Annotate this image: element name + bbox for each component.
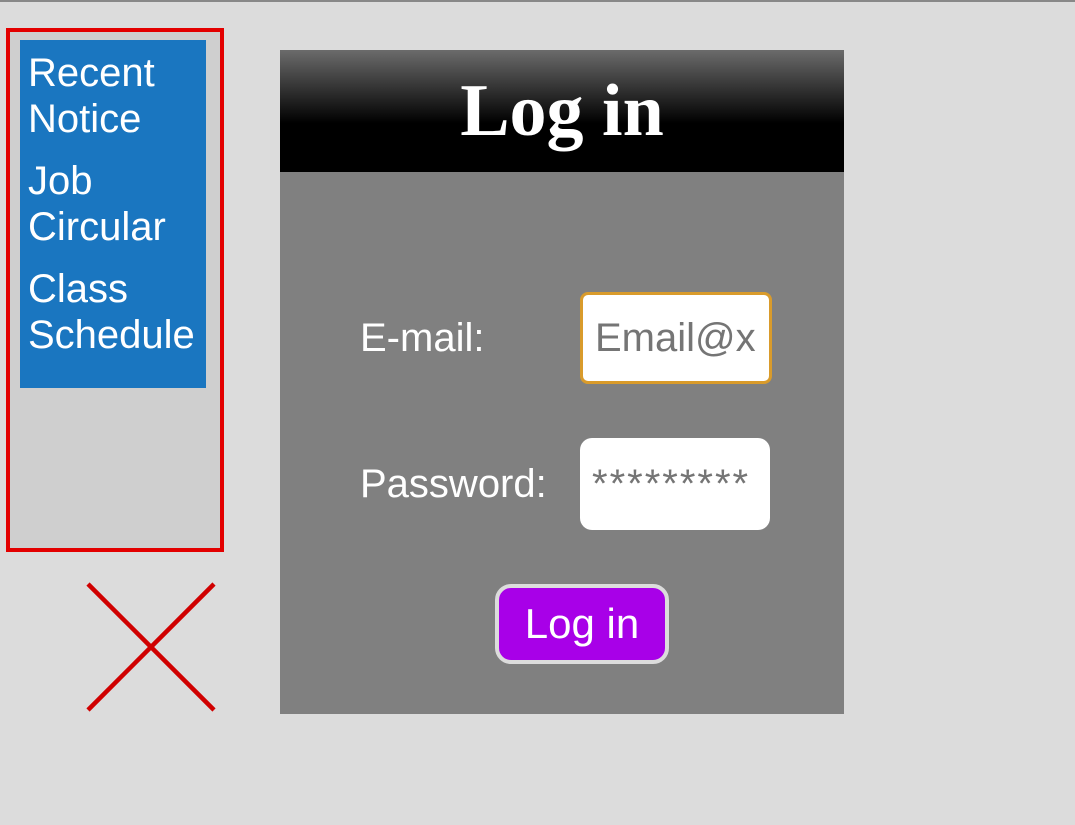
sidebar-item-recent-notice[interactable]: Recent Notice <box>28 50 198 142</box>
login-form: E-mail: Password: Log in <box>280 172 844 714</box>
email-field[interactable] <box>580 292 772 384</box>
email-row: E-mail: <box>360 292 804 384</box>
email-label: E-mail: <box>360 316 580 361</box>
login-button[interactable]: Log in <box>495 584 669 664</box>
login-panel: Log in E-mail: Password: Log in <box>280 50 844 714</box>
submit-row: Log in <box>360 584 804 664</box>
sidebar-item-job-circular[interactable]: Job Circular <box>28 158 198 250</box>
sidebar: Recent Notice Job Circular Class Schedul… <box>20 40 206 388</box>
close-icon[interactable] <box>76 572 226 722</box>
login-title: Log in <box>460 69 664 154</box>
sidebar-item-class-schedule[interactable]: Class Schedule <box>28 266 198 358</box>
sidebar-container: Recent Notice Job Circular Class Schedul… <box>6 28 224 552</box>
password-field[interactable] <box>580 438 770 530</box>
password-row: Password: <box>360 438 804 530</box>
login-header: Log in <box>280 50 844 172</box>
password-label: Password: <box>360 462 580 507</box>
